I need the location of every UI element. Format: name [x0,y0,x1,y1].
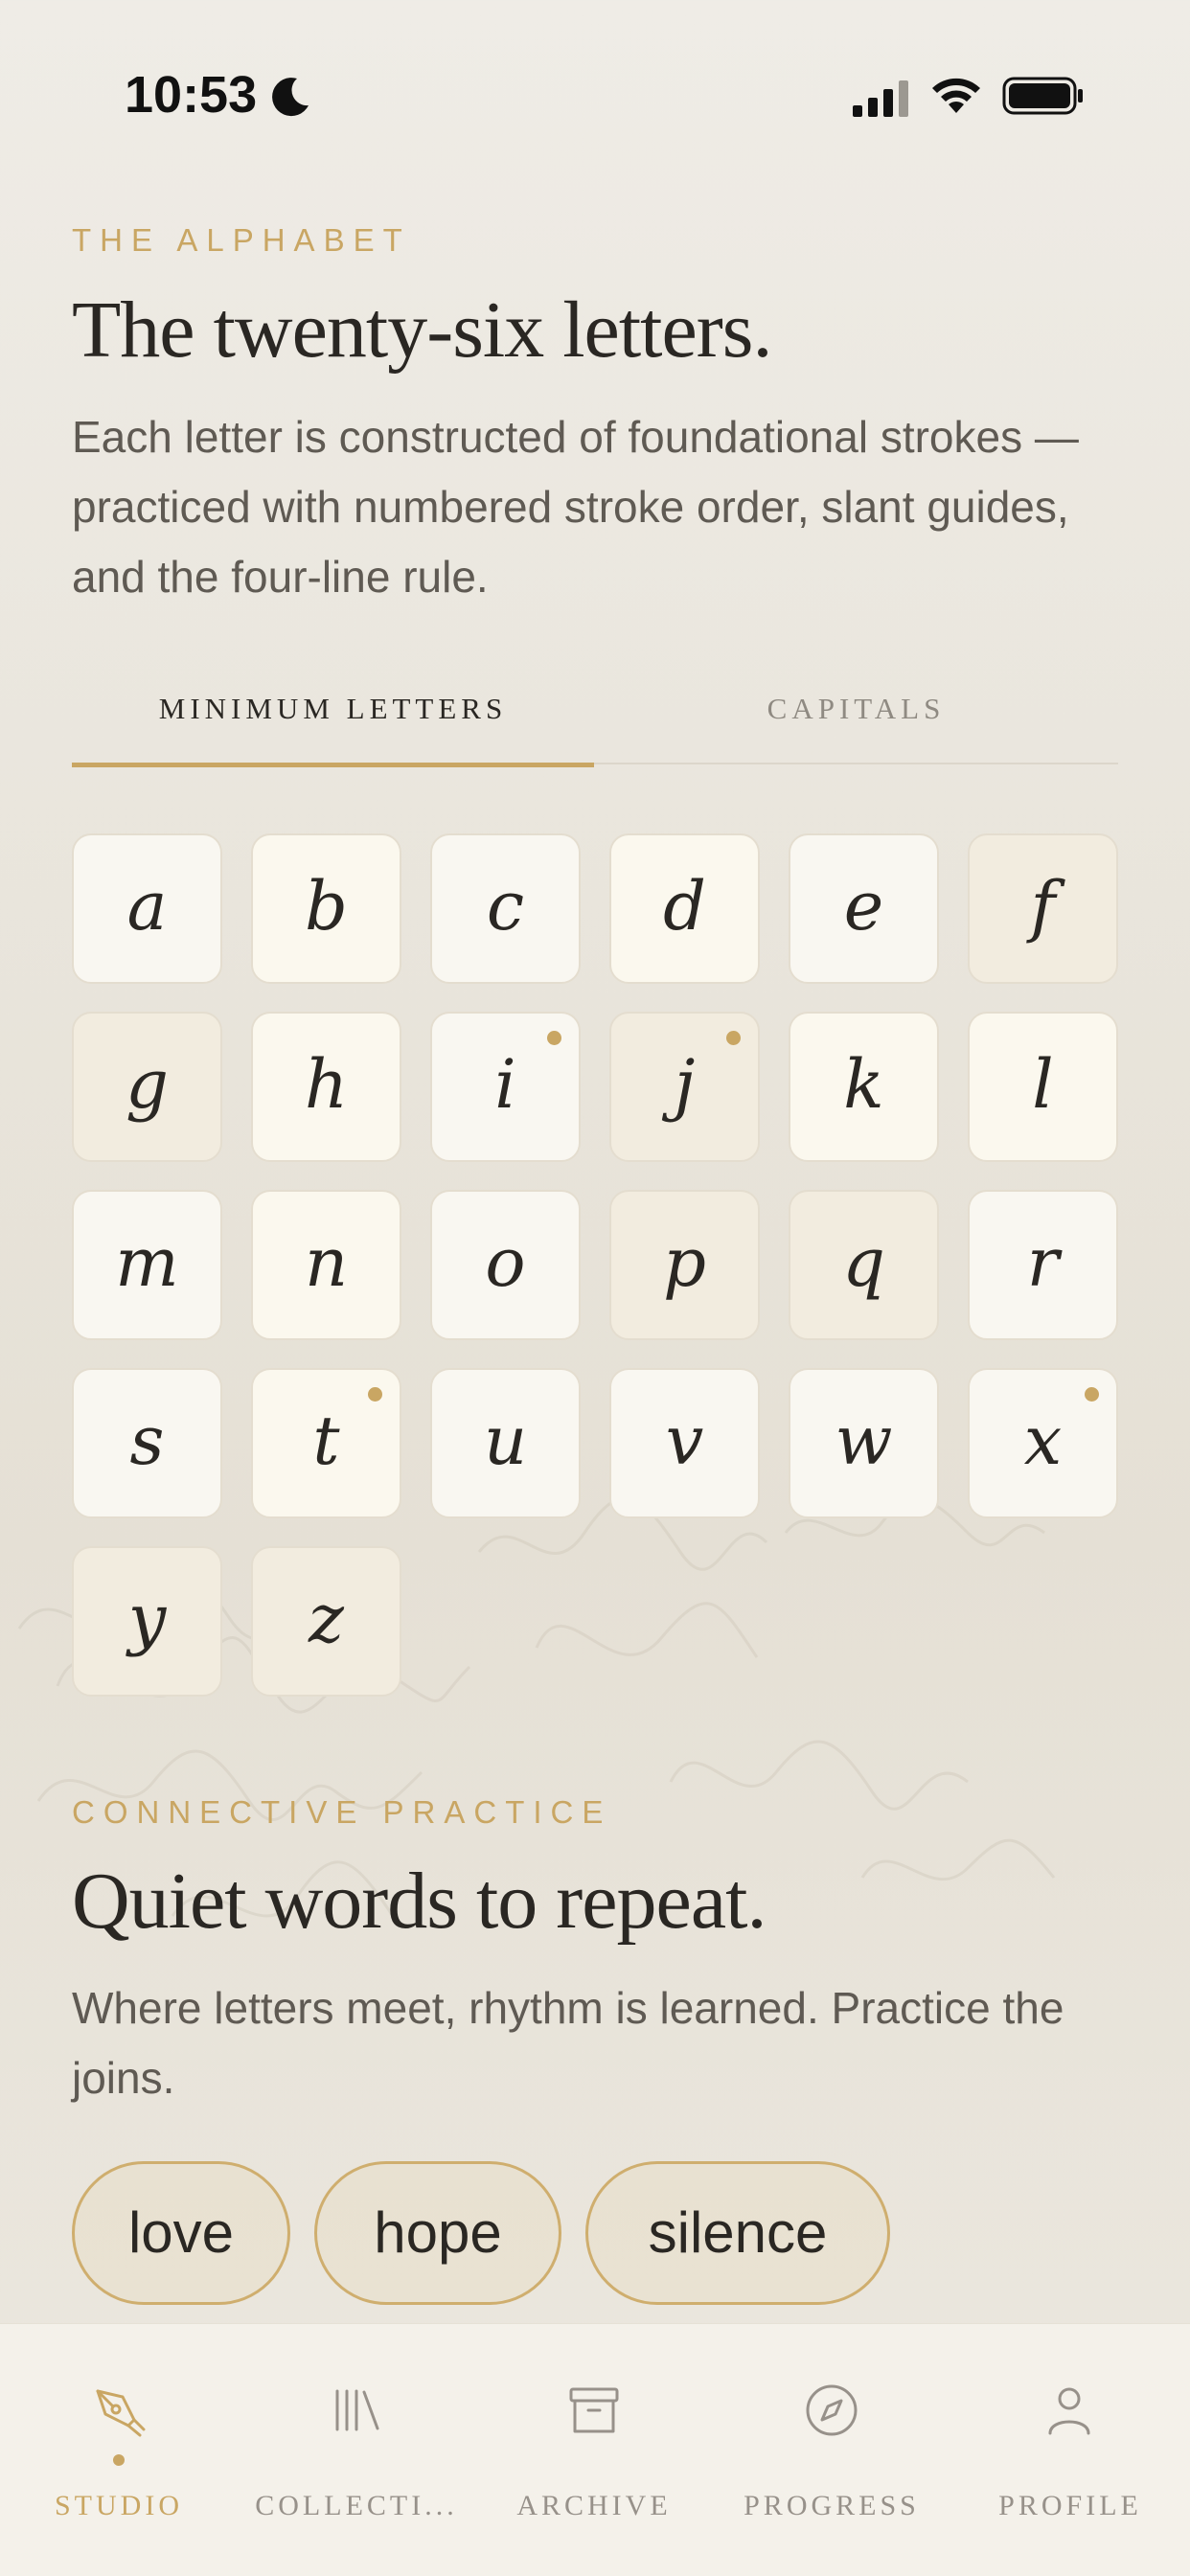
letter-glyph: l [1032,1045,1054,1124]
letter-tabs: MINIMUM LETTERS CAPITALS [72,671,1118,767]
letter-glyph: q [842,1223,885,1302]
letter-glyph: p [663,1223,706,1302]
letter-glyph: o [485,1223,526,1302]
letter-tile-e[interactable]: e [789,833,939,984]
letter-glyph: a [126,867,168,946]
letter-glyph: c [486,867,525,946]
letter-glyph: u [483,1402,528,1480]
person-icon [1048,2387,1090,2435]
word-chip-label: silence [648,2200,828,2265]
bottom-tab-bar: STUDIO COLLECTI... ARCHIVE PROGRESS PROF… [0,2323,1190,2576]
letter-tile-f[interactable]: f [968,833,1118,984]
letter-progress-dot [1085,1387,1099,1402]
letter-glyph: z [309,1580,344,1658]
letter-tile-s[interactable]: s [72,1368,222,1518]
letter-progress-dot [726,1031,741,1045]
letter-tile-r[interactable]: r [968,1190,1118,1340]
letter-progress-dot [547,1031,561,1045]
letter-tile-l[interactable]: l [968,1012,1118,1162]
letter-tile-j[interactable]: j [609,1012,760,1162]
letter-glyph: v [665,1402,704,1480]
letter-tile-v[interactable]: v [609,1368,760,1518]
letter-tile-n[interactable]: n [251,1190,401,1340]
letter-tile-k[interactable]: k [789,1012,939,1162]
status-bar: 10:53 [0,0,1190,192]
active-indicator-dot [113,2454,125,2466]
letter-glyph: r [1026,1223,1060,1302]
letter-tile-t[interactable]: t [251,1368,401,1518]
alphabet-description: Each letter is constructed of foundation… [72,412,1079,602]
nav-item-archive[interactable]: ARCHIVE [475,2324,713,2576]
letter-tile-g[interactable]: g [72,1012,222,1162]
nav-label-profile: PROFILE [998,2490,1142,2521]
connective-eyebrow: CONNECTIVE PRACTICE [72,1794,612,1830]
letter-glyph: g [126,1045,169,1124]
tab-minimum-letters[interactable]: MINIMUM LETTERS [72,692,594,767]
letter-tile-b[interactable]: b [251,833,401,984]
nav-label-collections: COLLECTI... [255,2490,458,2521]
letter-tile-c[interactable]: c [430,833,581,984]
letter-glyph: m [115,1223,179,1302]
cellular-signal-icon [853,80,908,117]
nav-item-profile[interactable]: PROFILE [950,2324,1190,2576]
compass-icon [806,2384,858,2436]
nav-label-archive: ARCHIVE [516,2490,672,2521]
letter-glyph: w [835,1402,893,1480]
tab-capitals[interactable]: CAPITALS [594,692,1118,763]
letter-tile-m[interactable]: m [72,1190,222,1340]
letter-glyph: j [674,1045,696,1124]
letter-progress-dot [368,1387,382,1402]
library-icon [335,2389,379,2431]
letter-glyph: f [1030,867,1056,946]
wifi-icon [932,78,980,113]
letter-tile-u[interactable]: u [430,1368,581,1518]
letter-glyph: k [843,1045,884,1124]
nav-label-studio: STUDIO [55,2490,183,2521]
word-chip-silence[interactable]: silence [585,2161,890,2305]
letter-glyph: h [304,1045,349,1124]
letter-glyph: y [127,1580,167,1658]
letter-tile-d[interactable]: d [609,833,760,984]
letter-tile-y[interactable]: y [72,1546,222,1697]
letter-glyph: t [312,1402,340,1480]
tab-capitals-label: CAPITALS [767,692,946,725]
letter-glyph: e [843,867,884,946]
letter-tile-w[interactable]: w [789,1368,939,1518]
letter-tile-h[interactable]: h [251,1012,401,1162]
nav-item-collections[interactable]: COLLECTI... [238,2324,475,2576]
letter-glyph: n [304,1223,349,1302]
alphabet-title: The twenty-six letters. [72,285,772,375]
letter-tile-p[interactable]: p [609,1190,760,1340]
moon-icon [272,78,309,117]
letter-glyph: x [1023,1402,1063,1480]
word-chip-label: love [127,2200,235,2265]
letter-tile-q[interactable]: q [789,1190,939,1340]
letter-tile-x[interactable]: x [968,1368,1118,1518]
letter-tile-a[interactable]: a [72,833,222,984]
alphabet-eyebrow: THE ALPHABET [72,222,411,258]
nav-item-studio[interactable]: STUDIO [0,2324,238,2576]
letter-glyph: b [305,867,348,946]
pen-nib-icon [96,2389,146,2437]
letter-glyph: d [663,867,706,946]
connective-title: Quiet words to repeat. [72,1857,767,1946]
letter-tile-z[interactable]: z [251,1546,401,1697]
status-time: 10:53 [125,66,258,124]
nav-item-progress[interactable]: PROGRESS [713,2324,950,2576]
word-chip-hope[interactable]: hope [314,2161,561,2305]
letter-glyph: i [494,1045,516,1124]
connective-description: Where letters meet, rhythm is learned. P… [72,1983,1064,2103]
nav-label-progress: PROGRESS [744,2490,920,2521]
word-chip-love[interactable]: love [72,2161,290,2305]
word-chip-label: hope [374,2200,502,2265]
letter-glyph: s [129,1402,165,1480]
letter-tile-i[interactable]: i [430,1012,581,1162]
letter-tile-o[interactable]: o [430,1190,581,1340]
battery-icon [1002,77,1083,115]
archive-box-icon [569,2387,619,2433]
tab-minimum-letters-label: MINIMUM LETTERS [158,692,508,725]
